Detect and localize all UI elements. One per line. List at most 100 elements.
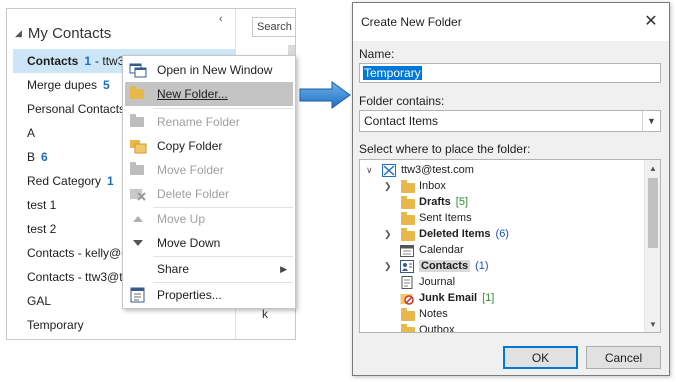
menu-item-open-new-window[interactable]: Open in New Window <box>125 58 293 82</box>
submenu-arrow-icon: ▶ <box>280 263 287 274</box>
tree-item-notes[interactable]: Notes <box>382 306 448 322</box>
collapsed-chevron-icon[interactable]: ❯ <box>384 181 394 192</box>
folder-label: Contacts - ttw3@t <box>27 270 123 284</box>
new-folder-icon <box>129 86 147 102</box>
collapsed-chevron-icon[interactable]: ❯ <box>384 229 394 240</box>
tree-item-label: Calendar <box>419 244 464 256</box>
folder-count: 6 <box>41 150 48 164</box>
move-folder-icon <box>129 162 147 178</box>
menu-separator <box>153 108 293 109</box>
menu-item-move-down[interactable]: Move Down <box>125 231 293 255</box>
deleted-icon <box>400 227 415 241</box>
open-window-icon <box>129 62 147 78</box>
tree-item-outbox[interactable]: Outbox <box>382 322 455 333</box>
inbox-icon <box>400 179 415 193</box>
tree-item-junk-email[interactable]: Junk Email [1] <box>382 290 494 306</box>
menu-item-move-folder[interactable]: Move Folder <box>125 158 293 182</box>
folder-tree: ∨ ttw3@test.com ❯ Inbox Drafts [5] Sent … <box>359 159 661 333</box>
menu-item-move-up[interactable]: Move Up <box>125 207 293 231</box>
rename-folder-icon <box>129 114 147 130</box>
folder-label: Contacts <box>27 54 79 68</box>
tree-item-deleted-items[interactable]: ❯ Deleted Items (6) <box>382 226 509 242</box>
tree-item-count: [1] <box>482 292 495 304</box>
menu-item-label: Share <box>157 262 190 276</box>
folder-item-temporary[interactable]: Temporary <box>13 313 235 337</box>
properties-icon <box>129 287 147 303</box>
name-label: Name: <box>359 47 395 61</box>
folder-label: Temporary <box>27 318 84 332</box>
delete-folder-icon <box>129 186 147 202</box>
collapse-triangle-icon[interactable]: ◢ <box>15 28 22 39</box>
folder-label: Red Category <box>27 174 102 188</box>
tree-item-inbox[interactable]: ❯ Inbox <box>382 178 446 194</box>
collapsed-chevron-icon[interactable]: ❯ <box>384 261 394 272</box>
tree-label: Select where to place the folder: <box>359 142 531 156</box>
right-arrow-icon <box>299 81 351 109</box>
cancel-button[interactable]: Cancel <box>586 346 661 369</box>
scrollbar-thumb[interactable] <box>648 178 658 248</box>
contacts-icon <box>400 259 414 273</box>
dialog-titlebar: Create New Folder ✕ <box>353 3 669 41</box>
folder-contains-label: Folder contains: <box>359 94 445 108</box>
menu-item-label: Move Up <box>157 212 206 226</box>
create-new-folder-dialog: Create New Folder ✕ Name: Temporary Fold… <box>352 2 670 376</box>
tree-item-label: Notes <box>419 308 448 320</box>
tree-item-label: Outbox <box>419 324 455 333</box>
folder-label: test 1 <box>27 198 57 212</box>
scroll-down-icon[interactable]: ▼ <box>645 317 660 331</box>
menu-item-delete-folder[interactable]: Delete Folder <box>125 182 293 206</box>
journal-icon <box>400 275 414 289</box>
menu-item-label: Open in New Window <box>157 63 273 77</box>
menu-item-label: Properties... <box>157 288 222 302</box>
folder-count: 1 <box>84 54 92 68</box>
menu-item-share[interactable]: Share ▶ <box>125 257 293 281</box>
search-input[interactable]: Search <box>252 17 295 37</box>
menu-item-rename-folder[interactable]: Rename Folder <box>125 110 293 134</box>
menu-item-copy-folder[interactable]: Copy Folder <box>125 134 293 158</box>
tree-item-mailbox[interactable]: ∨ ttw3@test.com <box>364 162 474 178</box>
mailbox-icon <box>382 163 396 177</box>
tree-item-label: ttw3@test.com <box>401 164 474 176</box>
name-input[interactable]: Temporary <box>359 63 661 83</box>
tree-scrollbar[interactable]: ▲ ▼ <box>644 160 660 332</box>
tree-item-journal[interactable]: Journal <box>382 274 455 290</box>
folder-label: Merge dupes <box>27 78 98 92</box>
menu-item-properties[interactable]: Properties... <box>125 283 293 307</box>
tree-item-drafts[interactable]: Drafts [5] <box>382 194 468 210</box>
tree-item-label: Deleted Items <box>419 228 491 240</box>
scroll-up-icon[interactable]: ▲ <box>645 161 660 175</box>
close-icon[interactable]: ✕ <box>641 12 661 32</box>
outbox-icon <box>400 323 415 332</box>
copy-folder-icon <box>129 138 147 154</box>
my-contacts-group[interactable]: ◢ My Contacts <box>15 25 111 42</box>
folder-label: A <box>27 126 36 140</box>
calendar-icon <box>400 244 414 257</box>
drafts-icon <box>400 195 415 209</box>
collapse-pane-icon[interactable]: ‹ <box>219 13 233 27</box>
menu-item-label: Move Folder <box>157 163 224 177</box>
tree-item-count: (6) <box>495 228 509 240</box>
junk-icon <box>400 292 414 305</box>
dialog-title: Create New Folder <box>361 15 462 29</box>
tree-item-calendar[interactable]: Calendar <box>382 242 464 258</box>
menu-item-label: Rename Folder <box>157 115 240 129</box>
folder-context-menu: Open in New Window New Folder... Rename … <box>122 55 296 309</box>
tree-item-contacts[interactable]: ❯ Contacts (1) <box>382 258 489 274</box>
tree-item-count: (1) <box>475 260 489 272</box>
expanded-chevron-icon[interactable]: ∨ <box>366 165 376 176</box>
folder-label: GAL <box>27 294 52 308</box>
group-header-label: My Contacts <box>27 25 112 42</box>
ok-button[interactable]: OK <box>503 346 578 369</box>
chevron-down-icon[interactable]: ▼ <box>642 111 660 131</box>
folder-suffix: - ttw3 <box>95 54 125 68</box>
move-up-icon <box>129 211 147 227</box>
menu-item-new-folder[interactable]: New Folder... <box>125 82 293 106</box>
tree-item-label: Inbox <box>419 180 446 192</box>
folder-contains-select[interactable]: Contact Items ▼ <box>359 110 661 132</box>
folder-label: B <box>27 150 36 164</box>
tree-item-label: Contacts <box>419 260 471 272</box>
tree-item-label: Junk Email <box>419 292 478 304</box>
tree-item-count: [5] <box>455 196 469 208</box>
folder-contains-value: Contact Items <box>364 114 439 128</box>
tree-item-sent-items[interactable]: Sent Items <box>382 210 472 226</box>
